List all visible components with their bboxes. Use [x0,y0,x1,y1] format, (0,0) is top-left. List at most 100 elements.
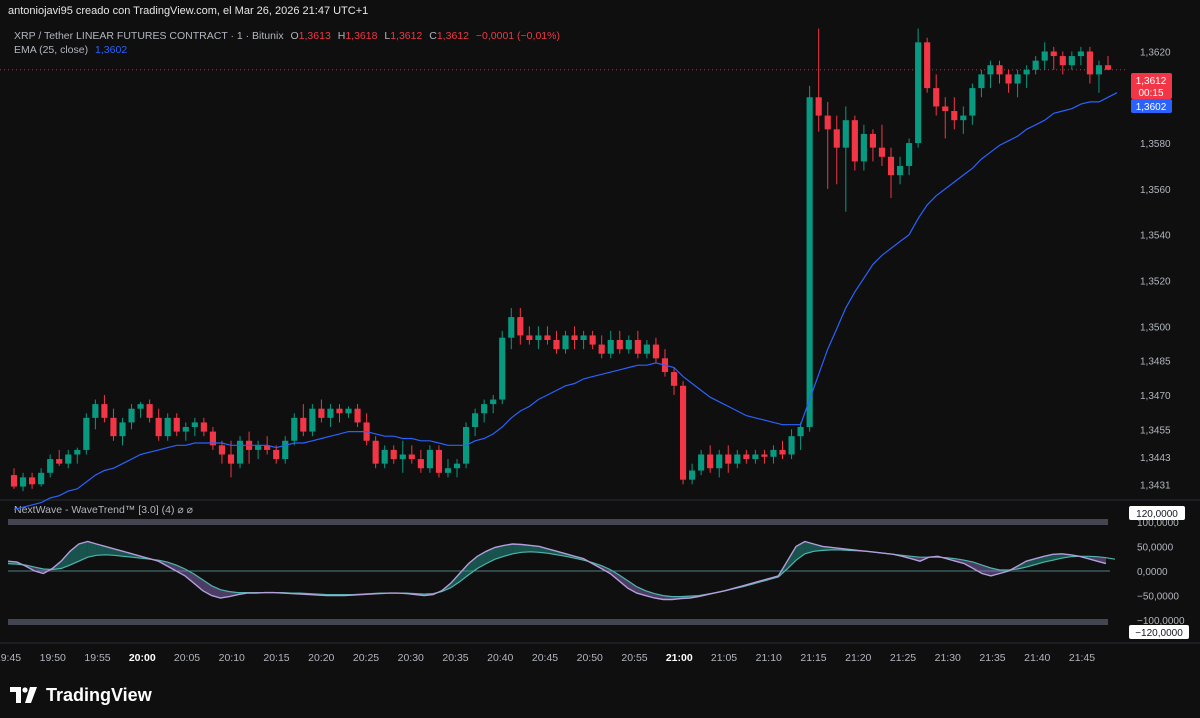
candle-down [869,133,876,148]
signal-band-top [8,519,1108,525]
candle-up [128,408,135,423]
time-tick-label: 20:45 [532,652,558,664]
candle-down [372,440,379,464]
time-tick-label: 20:50 [577,652,603,664]
wavetrend-slow [7,549,1115,598]
price-tick-label: 1,3620 [1140,47,1171,58]
time-tick-label: 20:20 [308,652,334,664]
candle-down [1086,51,1093,75]
candle-up [580,335,587,340]
candle-down [743,454,750,460]
candle-down [589,335,596,345]
candle-up [978,74,985,89]
candle-up [906,143,913,166]
candle-up [490,399,497,405]
candle-down [616,340,623,350]
candle-up [896,165,904,176]
osc-tick-label: 50,0000 [1137,542,1174,553]
countdown-badge: 00:15 [1138,88,1163,99]
candle-down [517,317,524,336]
candle-up [508,317,515,338]
candle-down [996,65,1003,75]
candle-down [390,449,397,460]
time-tick-label: 20:35 [442,652,468,664]
candle-down [200,422,207,432]
candle-up [291,417,298,441]
time-tick-label: 21:05 [711,652,737,664]
candle-down [417,459,424,469]
candle-up [562,335,569,350]
time-tick-label: 20:05 [174,652,200,664]
tradingview-logo-text: TradingView [46,685,152,705]
tradingview-logo-icon [10,687,37,703]
candle-up [1041,51,1048,61]
candle-up [137,404,144,409]
candles [10,28,1112,492]
time-tick-label: 20:15 [263,652,289,664]
osc-tick-label: −50,0000 [1137,592,1179,603]
footer-bar [0,674,1200,718]
price-axis[interactable]: 1,3620 1,3580 1,3560 1,3540 1,3520 1,3500 1,34… [1137,47,1185,627]
candle-up [716,454,723,469]
time-tick-label: 20:55 [621,652,647,664]
grid [0,69,1200,644]
candle-down [679,385,687,480]
candle-down [725,454,732,464]
signal-band-bottom [8,619,1108,625]
time-tick-label: 21:20 [845,652,871,664]
candle-up [698,454,705,471]
time-axis[interactable]: 19:45 19:50 19:55 20:00 20:05 20:10 20:15 20:20… [0,652,1095,664]
candle-up [481,404,488,414]
chart-canvas[interactable]: 1,3620 1,3580 1,3560 1,3540 1,3520 1,3500 1,34… [0,0,1200,674]
candle-down [824,115,831,130]
time-tick-label: 20:40 [487,652,513,664]
candle-up [734,454,741,464]
candle-up [770,449,777,457]
price-tick-label: 1,3443 [1140,453,1171,464]
candle-down [1059,56,1066,66]
osc-tick-label: 0,0000 [1137,567,1168,578]
candle-up [860,133,867,162]
candle-up [309,408,316,432]
candle-down [933,88,940,107]
candle-up [444,468,452,473]
candle-down [101,404,108,418]
osc-bottom-badge: −120,0000 [1135,628,1183,639]
oscillator-pane [7,519,1115,625]
candle-up [960,115,967,121]
time-tick-label: 21:25 [890,652,916,664]
candle-up [282,440,289,460]
candle-down [173,417,180,432]
candle-up [499,337,506,400]
candle-up [399,454,406,460]
candle-down [544,335,551,340]
candle-up [643,344,650,354]
time-tick-label: 19:50 [40,652,66,664]
candle-down [598,344,605,354]
time-tick-label: 19:55 [84,652,110,664]
candle-down [29,477,36,485]
candle-down [942,106,949,112]
ema-price-badge: 1,3602 [1136,102,1167,113]
candle-down [815,97,822,116]
price-tick-label: 1,3431 [1140,480,1171,491]
candle-up [83,417,90,450]
candle-down [218,445,226,455]
candle-up [119,422,126,437]
candle-down [553,340,560,350]
candle-up [842,120,849,148]
candle-up [19,477,27,487]
candle-up [535,335,542,340]
candle-down [435,449,443,473]
candle-up [1023,69,1030,75]
tradingview-logo[interactable]: TradingView [10,684,152,706]
price-tick-label: 1,3520 [1140,276,1171,287]
candle-up [788,436,795,455]
candle-down [833,129,840,148]
time-tick-label: 21:45 [1069,652,1095,664]
candle-up [607,340,614,354]
time-tick-label: 21:00 [666,652,693,664]
ema-line [13,92,1118,510]
time-tick-label: 19:45 [0,652,21,664]
time-tick-label: 21:10 [756,652,782,664]
